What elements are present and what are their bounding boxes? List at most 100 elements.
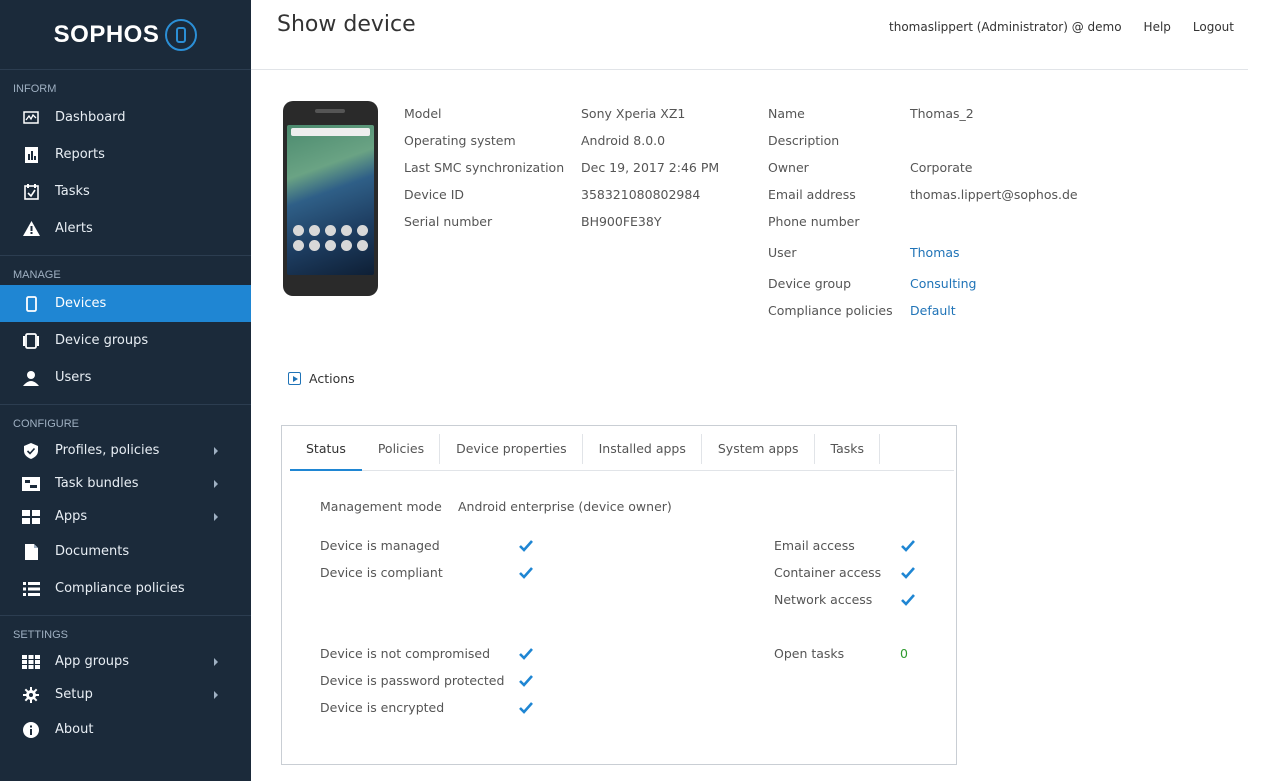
sidebar-item-device-groups[interactable]: Device groups: [0, 322, 251, 359]
sidebar-item-label: Documents: [55, 544, 130, 559]
tab-tasks[interactable]: Tasks: [815, 434, 881, 470]
section-title-configure: CONFIGURE: [13, 418, 79, 430]
status-label: Network access: [774, 592, 873, 607]
info-value: Sony Xperia XZ1: [581, 106, 686, 121]
section-title-settings: SETTINGS: [13, 629, 69, 641]
shield-icon: [22, 442, 40, 460]
info-icon: [22, 721, 40, 739]
info-label: Description: [768, 133, 840, 148]
info-value: 358321080802984: [581, 187, 701, 202]
sidebar-item-setup[interactable]: Setup: [0, 678, 251, 711]
sidebar-item-label: Setup: [55, 687, 93, 702]
status-label: Device is password protected: [320, 673, 505, 688]
document-icon: [22, 543, 40, 561]
sidebar-item-devices[interactable]: Devices: [0, 285, 251, 322]
status-label: Device is not compromised: [320, 646, 491, 661]
chevron-right-icon: [214, 512, 218, 521]
status-label: Device is compliant: [320, 565, 443, 580]
compliance-policy-link[interactable]: Default: [910, 303, 956, 318]
info-value: Dec 19, 2017 2:46 PM: [581, 160, 720, 175]
logout-link[interactable]: Logout: [1193, 20, 1234, 34]
sidebar-section-manage: MANAGE Devices Device groups Users: [0, 256, 251, 405]
sidebar-section-settings: SETTINGS App groups Setup About: [0, 616, 251, 756]
info-value: thomas.lippert@sophos.de: [910, 187, 1078, 202]
sidebar-item-profiles-policies[interactable]: Profiles, policies: [0, 434, 251, 467]
section-title-inform: INFORM: [13, 83, 57, 95]
sidebar-item-label: Profiles, policies: [55, 443, 160, 458]
check-icon: [901, 567, 915, 579]
logo-device-icon: [165, 18, 198, 51]
task-bundles-icon: [22, 475, 40, 493]
info-label: Name: [768, 106, 805, 121]
sidebar-item-label: Device groups: [55, 333, 149, 348]
info-value: Android 8.0.0: [581, 133, 666, 148]
sidebar-item-task-bundles[interactable]: Task bundles: [0, 467, 251, 500]
check-icon: [519, 540, 533, 552]
check-icon: [901, 540, 915, 552]
sidebar-item-about[interactable]: About: [0, 711, 251, 748]
chevron-right-icon: [214, 657, 218, 666]
tab-installed-apps[interactable]: Installed apps: [583, 434, 703, 470]
check-icon: [519, 675, 533, 687]
sidebar-item-label: Tasks: [55, 184, 90, 199]
sidebar-item-label: Task bundles: [55, 476, 139, 491]
tab-device-properties[interactable]: Device properties: [440, 434, 583, 470]
info-label: Last SMC synchronization: [404, 160, 565, 175]
sidebar-item-label: Alerts: [55, 221, 93, 236]
info-label: Phone number: [768, 214, 860, 229]
info-label: Serial number: [404, 214, 493, 229]
gear-icon: [22, 686, 40, 704]
header-right: thomaslippert (Administrator) @ demo Hel…: [889, 20, 1234, 34]
info-label: Device group: [768, 276, 852, 291]
tab-status[interactable]: Status: [290, 434, 362, 471]
user-link[interactable]: Thomas: [910, 245, 960, 260]
info-label: Device ID: [404, 187, 465, 202]
apps-icon: [22, 508, 40, 526]
sidebar-item-documents[interactable]: Documents: [0, 533, 251, 570]
check-icon: [901, 594, 915, 606]
open-tasks-label: Open tasks: [774, 646, 845, 661]
device-icon: [22, 295, 40, 313]
sidebar-item-users[interactable]: Users: [0, 359, 251, 396]
sidebar-item-label: Compliance policies: [55, 581, 185, 596]
sidebar-item-dashboard[interactable]: Dashboard: [0, 99, 251, 136]
actions-label: Actions: [309, 371, 355, 386]
sidebar-item-tasks[interactable]: Tasks: [0, 173, 251, 210]
info-label: Model: [404, 106, 442, 121]
page-title: Show device: [277, 12, 416, 37]
sophos-logo[interactable]: SOPHOS: [0, 0, 251, 70]
check-icon: [519, 648, 533, 660]
actions-button[interactable]: Actions: [288, 371, 355, 386]
sidebar-item-compliance-policies[interactable]: Compliance policies: [0, 570, 251, 607]
tab-policies[interactable]: Policies: [362, 434, 441, 470]
list-icon: [22, 580, 40, 598]
user-icon: [22, 369, 40, 387]
info-value: Thomas_2: [910, 106, 974, 121]
sidebar-item-reports[interactable]: Reports: [0, 136, 251, 173]
help-link[interactable]: Help: [1144, 20, 1171, 34]
status-label: Device is encrypted: [320, 700, 445, 715]
dashboard-icon: [22, 109, 40, 127]
sidebar-item-alerts[interactable]: Alerts: [0, 210, 251, 247]
user-info: thomaslippert (Administrator) @ demo: [889, 20, 1122, 34]
device-image: [283, 101, 378, 296]
reports-icon: [22, 146, 40, 164]
section-title-manage: MANAGE: [13, 269, 61, 281]
device-groups-icon: [22, 332, 40, 350]
sidebar-item-app-groups[interactable]: App groups: [0, 645, 251, 678]
open-tasks-value: 0: [900, 646, 908, 661]
sidebar-section-inform: INFORM Dashboard Reports Tasks Alerts: [0, 70, 251, 256]
chevron-right-icon: [214, 479, 218, 488]
management-mode-value: Android enterprise (device owner): [458, 499, 672, 514]
sidebar-item-label: Apps: [55, 509, 88, 524]
play-icon: [288, 372, 301, 385]
tab-system-apps[interactable]: System apps: [702, 434, 815, 470]
info-value: Corporate: [910, 160, 973, 175]
check-icon: [519, 567, 533, 579]
check-icon: [519, 702, 533, 714]
info-label: Email address: [768, 187, 856, 202]
sidebar-item-apps[interactable]: Apps: [0, 500, 251, 533]
sidebar-item-label: App groups: [55, 654, 130, 669]
chevron-right-icon: [214, 690, 218, 699]
device-group-link[interactable]: Consulting: [910, 276, 976, 291]
